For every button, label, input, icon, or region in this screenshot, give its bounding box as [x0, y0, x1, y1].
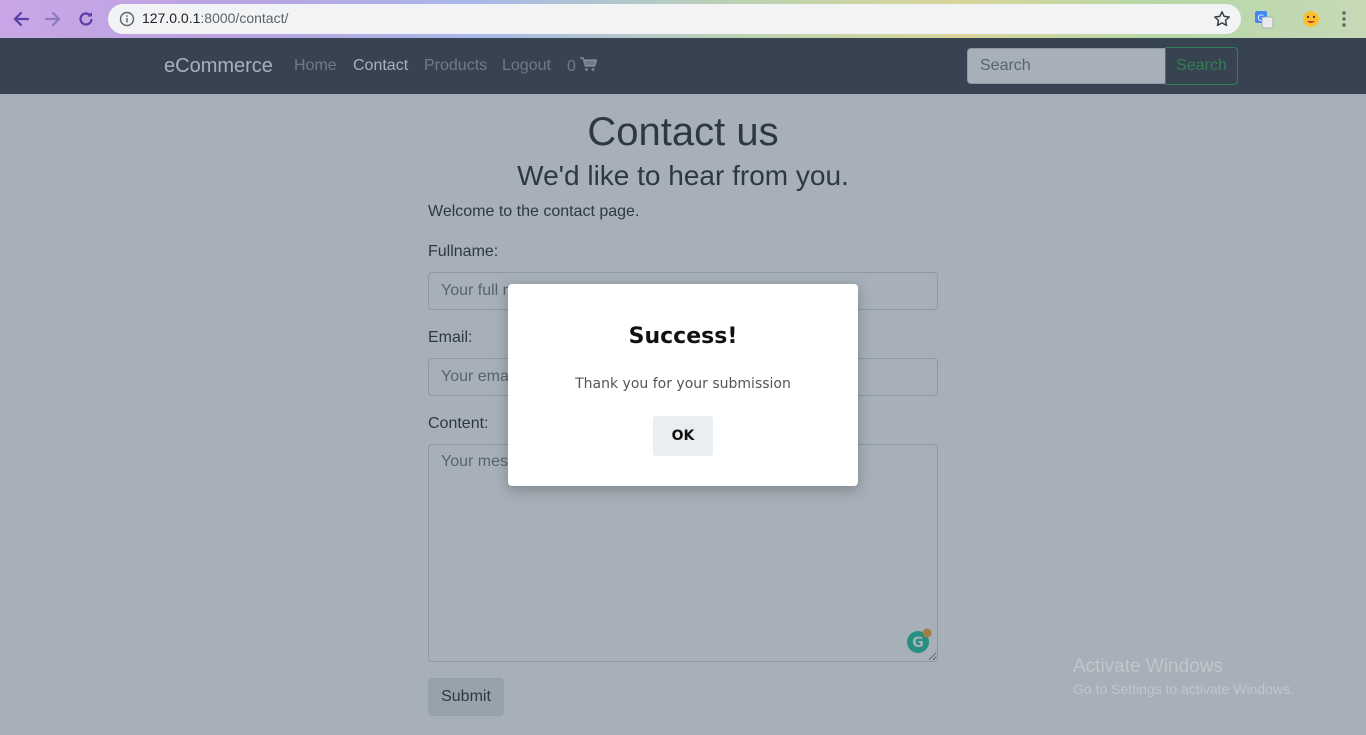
back-button[interactable]	[9, 7, 33, 31]
activate-windows-title: Activate Windows	[1073, 656, 1223, 677]
dialog-title: Success!	[628, 324, 738, 349]
info-icon[interactable]	[119, 11, 135, 27]
dialog-message: Thank you for your submission	[575, 376, 791, 392]
activate-windows-subtitle: Go to Settings to activate Windows.	[1073, 681, 1294, 697]
forward-button[interactable]	[41, 7, 65, 31]
arrow-left-icon	[13, 11, 30, 27]
ok-button[interactable]: OK	[653, 416, 713, 456]
emoji-extension-icon[interactable]	[1301, 9, 1321, 29]
url-path: :8000/contact/	[200, 10, 289, 26]
address-bar[interactable]: 127.0.0.1:8000/contact/	[108, 4, 1241, 34]
url-host: 127.0.0.1	[142, 10, 201, 26]
star-icon[interactable]	[1213, 10, 1231, 28]
browser-toolbar: 127.0.0.1:8000/contact/ G	[0, 0, 1366, 38]
reload-icon	[79, 12, 93, 26]
translate-extension-icon[interactable]: G	[1254, 9, 1274, 29]
reload-button[interactable]	[74, 7, 98, 31]
menu-dots-icon[interactable]	[1334, 9, 1354, 29]
arrow-right-icon	[44, 11, 61, 27]
success-dialog: Success! Thank you for your submission O…	[508, 284, 858, 486]
url-text: 127.0.0.1:8000/contact/	[142, 10, 288, 26]
